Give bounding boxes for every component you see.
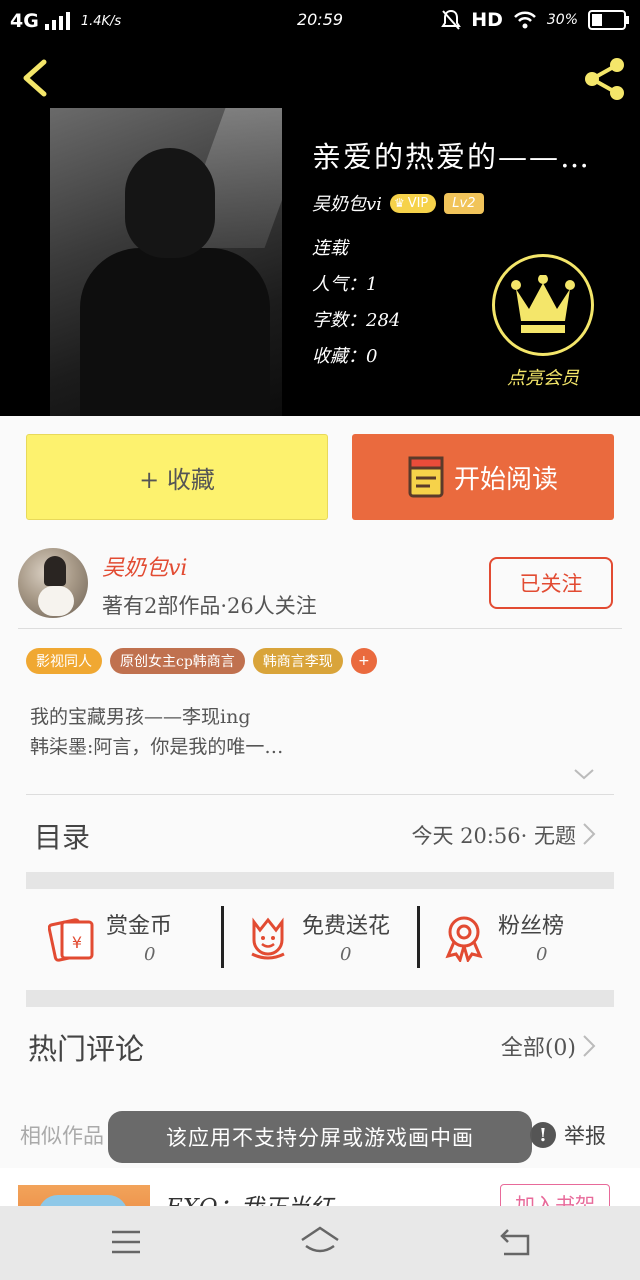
table-of-contents-row[interactable]: 目录 今天 20:56· 无题 [26, 800, 614, 866]
toc-label: 目录 [34, 821, 91, 854]
divider [26, 794, 614, 795]
book-title: 亲爱的热爱的——… [312, 140, 592, 174]
chevron-right-icon [583, 823, 596, 845]
word-count: 字数：284 [312, 310, 401, 331]
favorites-count: 收藏：0 [312, 346, 378, 367]
flower-icon [251, 917, 285, 960]
recommended-book-card[interactable]: EXO：我正当红 加入书架 [0, 1168, 640, 1208]
reward-count: 0 [340, 944, 352, 965]
share-icon [585, 58, 624, 100]
book-icon [408, 456, 444, 498]
report-label: 举报 [564, 1124, 606, 1148]
back-arrow-icon [23, 59, 47, 97]
crown-icon [511, 275, 575, 333]
reward-label: 赏金币 [106, 914, 173, 939]
menu-icon[interactable] [106, 1224, 146, 1260]
back-button[interactable] [16, 58, 56, 98]
section-separator [26, 872, 614, 889]
reward-label: 免费送花 [302, 914, 391, 939]
battery-icon [588, 10, 629, 30]
tag-item[interactable]: 影视同人 [26, 648, 102, 674]
crown-icon: ♛ [393, 196, 405, 210]
recommended-book-title: EXO：我正当红 [166, 1195, 333, 1208]
divider [18, 628, 622, 629]
mute-bell-icon [441, 9, 462, 30]
hd-indicator: HD [471, 9, 503, 31]
tag-item[interactable]: 原创女主cp韩商言 [110, 648, 245, 674]
similar-works-label: 相似作品 [20, 1124, 104, 1148]
toast-message: 该应用不支持分屏或游戏画中画 [108, 1111, 532, 1163]
author-name-link[interactable]: 吴奶包vi [102, 550, 187, 582]
collect-button[interactable]: + 收藏 [26, 434, 328, 520]
tag-list: 影视同人 原创女主cp韩商言 韩商言李现 + [26, 648, 377, 674]
medal-icon [445, 916, 483, 962]
report-button[interactable]: ! 举报 [530, 1120, 606, 1150]
section-separator [26, 990, 614, 1007]
intro-line: 我的宝藏男孩——李现ing [30, 706, 251, 728]
free-flower-button[interactable]: 免费送花 0 [222, 890, 418, 990]
latest-chapter: 今天 20:56· 无题 [411, 824, 576, 848]
add-tag-button[interactable]: + [350, 648, 377, 674]
home-icon[interactable] [298, 1224, 342, 1260]
book-intro[interactable]: 我的宝藏男孩——李现ing 韩柒墨:阿言，你是我的唯一… [30, 702, 283, 762]
add-to-shelf-button[interactable]: 加入书架 [500, 1184, 610, 1208]
exclamation-icon: ! [530, 1122, 556, 1148]
fan-ranking-button[interactable]: 粉丝榜 0 [418, 890, 614, 990]
book-cover[interactable] [50, 108, 282, 416]
hot-comments-label: 热门评论 [28, 1032, 145, 1066]
vip-member-button[interactable] [492, 254, 594, 356]
chevron-right-icon [583, 1035, 596, 1057]
vip-member-label[interactable]: 点亮会员 [490, 364, 596, 390]
wifi-icon [513, 11, 536, 29]
reward-label: 粉丝榜 [498, 914, 565, 939]
share-button[interactable] [582, 56, 628, 102]
tag-item[interactable]: 韩商言李现 [252, 648, 343, 674]
level-badge: Lv2 [444, 192, 484, 214]
chevron-down-icon[interactable] [572, 766, 596, 782]
author-avatar[interactable] [18, 548, 88, 618]
start-reading-button[interactable]: 开始阅读 [352, 434, 614, 520]
all-comments-link[interactable]: 全部(0) [501, 1030, 576, 1062]
reward-count: 0 [144, 944, 156, 965]
status-bar: 4G 1.4K/s 20:59 HD 30% [0, 0, 640, 44]
hot-comments-row[interactable]: 热门评论 全部(0) [26, 1010, 614, 1080]
reward-coins-button[interactable]: ¥ 赏金币 0 [26, 890, 222, 990]
book-author: 吴奶包vi [312, 194, 382, 215]
intro-line: 韩柒墨:阿言，你是我的唯一… [30, 736, 284, 758]
popularity: 人气：1 [312, 274, 378, 295]
reward-row: ¥ 赏金币 0 免费送花 0 粉丝榜 0 [26, 890, 614, 990]
system-nav-bar [0, 1206, 640, 1280]
battery-percent: 30% [546, 12, 578, 28]
svg-text:¥: ¥ [72, 933, 82, 952]
follow-button[interactable]: 已关注 [489, 557, 613, 609]
book-header: 亲爱的热爱的——… 吴奶包vi ♛ VIP Lv2 连载 人气：1 字数：284… [0, 44, 640, 416]
start-reading-label: 开始阅读 [453, 464, 558, 495]
vip-badge: ♛ VIP [389, 193, 437, 213]
back-icon[interactable] [496, 1224, 536, 1260]
serial-status: 连载 [312, 238, 348, 259]
reward-count: 0 [536, 944, 548, 965]
red-envelope-icon: ¥ [48, 918, 94, 962]
author-stats: 著有2部作品·26人关注 [102, 594, 317, 618]
recommended-book-cover[interactable] [18, 1185, 150, 1208]
